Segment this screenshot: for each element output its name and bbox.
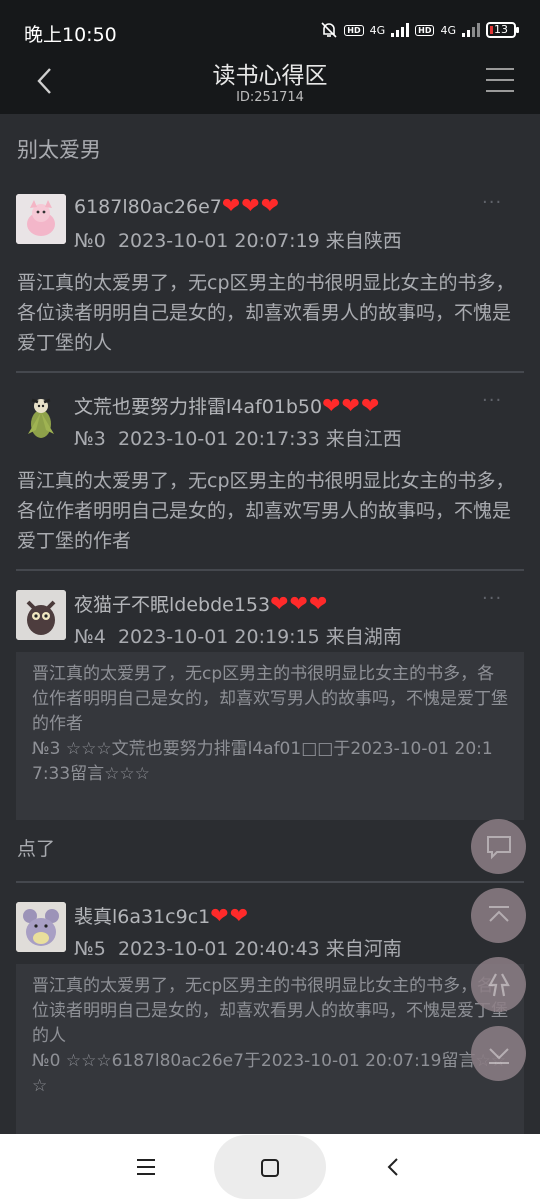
- post-body: 晋江真的太爱男了，无cp区男主的书很明显比女主的书多，各位作者明明自己是女的，却…: [17, 470, 515, 552]
- post-number: №3: [74, 428, 106, 450]
- more-options-icon[interactable]: ···: [482, 390, 506, 411]
- refresh-button[interactable]: [471, 957, 526, 1012]
- post-meta: №4 2023-10-01 20:19:15 来自湖南: [74, 622, 402, 649]
- divider: [16, 371, 524, 373]
- post-location: 来自湖南: [325, 626, 402, 648]
- post-location: 来自河南: [325, 938, 402, 960]
- quoted-reply: 晋江真的太爱男了，无cp区男主的书很明显比女主的书多，各位读者明明自己是女的，却…: [16, 964, 524, 1134]
- post-datetime: 2023-10-01 20:07:19: [117, 230, 320, 252]
- post-body: 晋江真的太爱男了，无cp区男主的书很明显比女主的书多，各位读者明明自己是女的，却…: [17, 272, 515, 354]
- username[interactable]: 6187l80ac26e7❤❤❤: [74, 194, 280, 219]
- scroll-top-icon: [488, 905, 509, 922]
- system-nav-bar: [0, 1134, 540, 1200]
- quoted-reply: 晋江真的太爱男了，无cp区男主的书很明显比女主的书多，各位作者明明自己是女的，却…: [16, 652, 524, 820]
- scroll-bottom-button[interactable]: [471, 1026, 526, 1081]
- post-location: 来自陕西: [325, 230, 402, 252]
- username-text: 文荒也要努力排雷l4af01b50: [74, 396, 323, 418]
- heart-icons: ❤❤❤: [270, 592, 329, 617]
- heart-icons: ❤❤❤: [322, 394, 381, 419]
- scroll-bottom-icon: [488, 1047, 509, 1064]
- scroll-top-button[interactable]: [471, 888, 526, 943]
- username-text: 6187l80ac26e7: [74, 196, 222, 218]
- network-4g-label: 4G: [369, 23, 386, 37]
- recent-apps-icon[interactable]: [135, 1157, 157, 1177]
- username[interactable]: 夜猫子不眠ldebde153❤❤❤: [74, 590, 328, 617]
- app-header: 读书心得区 ID:251714: [0, 56, 540, 114]
- network-4g-label-2: 4G: [440, 23, 456, 37]
- comment-button[interactable]: [471, 819, 526, 874]
- post-datetime: 2023-10-01 20:17:33: [117, 428, 320, 450]
- battery-level: 13: [494, 23, 508, 36]
- post-location: 来自江西: [325, 428, 402, 450]
- more-options-icon[interactable]: ···: [482, 588, 506, 609]
- mute-bell-icon: [321, 22, 337, 38]
- avatar[interactable]: [16, 392, 66, 442]
- topic-title: 别太爱男: [17, 138, 101, 162]
- post-number: №0: [74, 230, 106, 252]
- home-icon: [261, 1159, 279, 1177]
- avatar[interactable]: [16, 194, 66, 244]
- system-back-icon[interactable]: [384, 1156, 402, 1178]
- comment-icon: [486, 835, 511, 859]
- avatar[interactable]: [16, 590, 66, 640]
- divider: [16, 569, 524, 571]
- quote-text: 晋江真的太爱男了，无cp区男主的书很明显比女主的书多，各位作者明明自己是女的，却…: [32, 664, 508, 734]
- home-button[interactable]: [214, 1135, 326, 1199]
- post-number: №5: [74, 938, 106, 960]
- status-time: 晚上10:50: [24, 24, 117, 46]
- username-text: 裴真l6a31c9c1: [74, 906, 211, 928]
- status-bar: 晚上10:50 HD 4G HD 4G 13: [0, 0, 540, 56]
- post-datetime: 2023-10-01 20:40:43: [117, 938, 320, 960]
- battery-icon: 13: [486, 22, 519, 38]
- avatar[interactable]: [16, 902, 66, 952]
- post-number: №4: [74, 626, 106, 648]
- quote-text: 晋江真的太爱男了，无cp区男主的书很明显比女主的书多，各位读者明明自己是女的，却…: [32, 976, 508, 1046]
- heart-icons: ❤❤❤: [221, 194, 281, 219]
- username-text: 夜猫子不眠ldebde153: [74, 594, 271, 616]
- heart-icons: ❤❤: [210, 904, 250, 929]
- hd-badge: HD: [344, 24, 364, 36]
- quote-reference: №3 ☆☆☆文荒也要努力排雷l4af01□□于2023-10-01 20:17:…: [32, 739, 493, 784]
- post-datetime: 2023-10-01 20:19:15: [117, 626, 320, 648]
- signal-icon: [391, 23, 410, 37]
- thread-content: 别太爱男 6187l80ac26e7❤❤❤ №0 2023-10-01 20:0…: [0, 114, 540, 1134]
- refresh-icon: [487, 972, 510, 996]
- post-meta: №5 2023-10-01 20:40:43 来自河南: [74, 934, 402, 961]
- post-meta: №0 2023-10-01 20:07:19 来自陕西: [74, 226, 402, 253]
- quote-reference: №0 ☆☆☆6187l80ac26e7于2023-10-01 20:07:19留…: [32, 1051, 506, 1096]
- username[interactable]: 文荒也要努力排雷l4af01b50❤❤❤: [74, 392, 380, 419]
- divider: [16, 881, 524, 883]
- hd-badge-2: HD: [415, 24, 435, 36]
- post-meta: №3 2023-10-01 20:17:33 来自江西: [74, 424, 402, 451]
- username[interactable]: 裴真l6a31c9c1❤❤: [74, 902, 249, 929]
- page-title: 读书心得区: [212, 63, 328, 89]
- menu-icon[interactable]: [486, 68, 514, 94]
- post-body: 点了: [17, 838, 56, 860]
- board-id: ID:251714: [236, 90, 304, 105]
- signal-icon-2: [462, 23, 480, 37]
- more-options-icon[interactable]: ···: [482, 192, 506, 213]
- status-icons: HD 4G HD 4G 13: [320, 21, 519, 39]
